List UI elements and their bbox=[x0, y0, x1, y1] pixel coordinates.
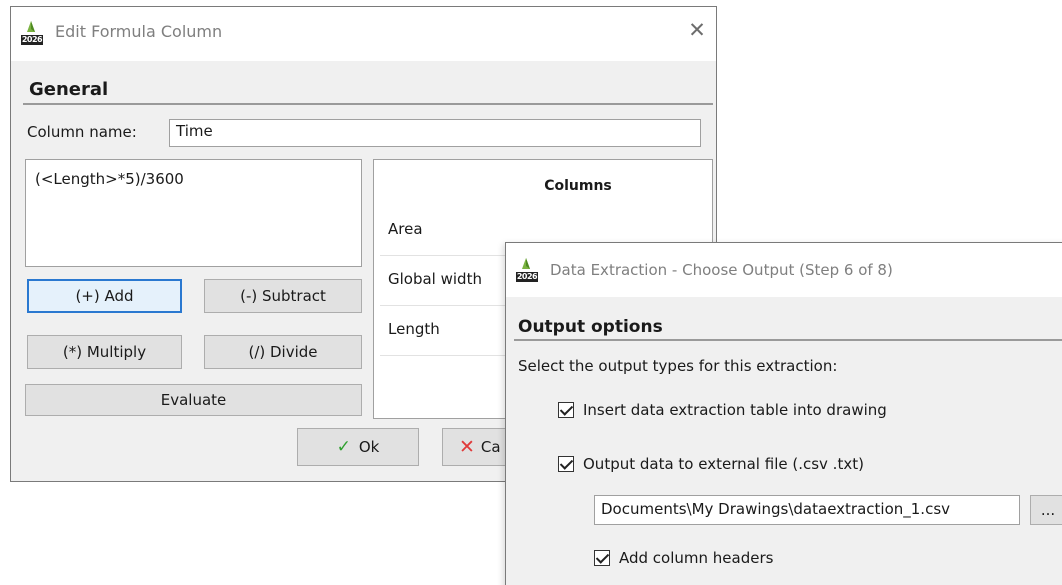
section-divider bbox=[23, 103, 713, 105]
app-icon: 2026 bbox=[21, 21, 43, 45]
data-extraction-dialog: 2026 Data Extraction - Choose Output (St… bbox=[505, 242, 1062, 585]
app-icon-year: 2026 bbox=[21, 35, 43, 45]
option-external-file[interactable]: Output data to external file (.csv .txt) bbox=[558, 455, 864, 473]
ok-label: Ok bbox=[358, 438, 380, 456]
option-label: Insert data extraction table into drawin… bbox=[583, 401, 887, 419]
browse-button[interactable]: ... bbox=[1030, 495, 1062, 525]
close-icon[interactable]: ✕ bbox=[686, 19, 708, 41]
checkbox-checked-icon[interactable] bbox=[558, 402, 574, 418]
file-path-input[interactable]: Documents\My Drawings\dataextraction_1.c… bbox=[594, 495, 1020, 525]
divide-button[interactable]: (/) Divide bbox=[204, 335, 362, 369]
section-divider bbox=[514, 339, 1062, 341]
leaf-icon bbox=[27, 21, 35, 32]
title-bar: 2026 Data Extraction - Choose Output (St… bbox=[506, 243, 1062, 297]
option-label: Output data to external file (.csv .txt) bbox=[583, 455, 864, 473]
evaluate-button[interactable]: Evaluate bbox=[25, 384, 362, 416]
columns-header: Columns bbox=[544, 178, 612, 194]
app-icon-year: 2026 bbox=[516, 272, 538, 282]
dialog-title: Data Extraction - Choose Output (Step 6 … bbox=[550, 261, 893, 279]
multiply-button[interactable]: (*) Multiply bbox=[27, 335, 182, 369]
dialog-title: Edit Formula Column bbox=[55, 22, 223, 41]
leaf-icon bbox=[522, 258, 530, 269]
option-add-headers[interactable]: Add column headers bbox=[594, 549, 773, 567]
subtract-button[interactable]: (-) Subtract bbox=[204, 279, 362, 313]
add-button[interactable]: (+) Add bbox=[27, 279, 182, 313]
title-bar: 2026 Edit Formula Column ✕ bbox=[11, 7, 716, 61]
ok-button[interactable]: ✓ Ok bbox=[297, 428, 419, 466]
checkbox-checked-icon[interactable] bbox=[594, 550, 610, 566]
column-name-label: Column name: bbox=[27, 123, 137, 141]
option-insert-table[interactable]: Insert data extraction table into drawin… bbox=[558, 401, 887, 419]
output-prompt: Select the output types for this extract… bbox=[518, 357, 838, 375]
check-icon: ✓ bbox=[336, 437, 351, 457]
cancel-label: Ca bbox=[480, 438, 501, 456]
checkbox-checked-icon[interactable] bbox=[558, 456, 574, 472]
formula-textarea[interactable]: (<Length>*5)/3600 bbox=[25, 159, 362, 267]
app-icon: 2026 bbox=[516, 258, 538, 282]
x-icon: ✕ bbox=[459, 436, 475, 458]
column-name-input[interactable]: Time bbox=[169, 119, 701, 147]
section-title-general: General bbox=[29, 79, 109, 100]
option-label: Add column headers bbox=[619, 549, 774, 567]
section-title-output-options: Output options bbox=[518, 317, 663, 337]
